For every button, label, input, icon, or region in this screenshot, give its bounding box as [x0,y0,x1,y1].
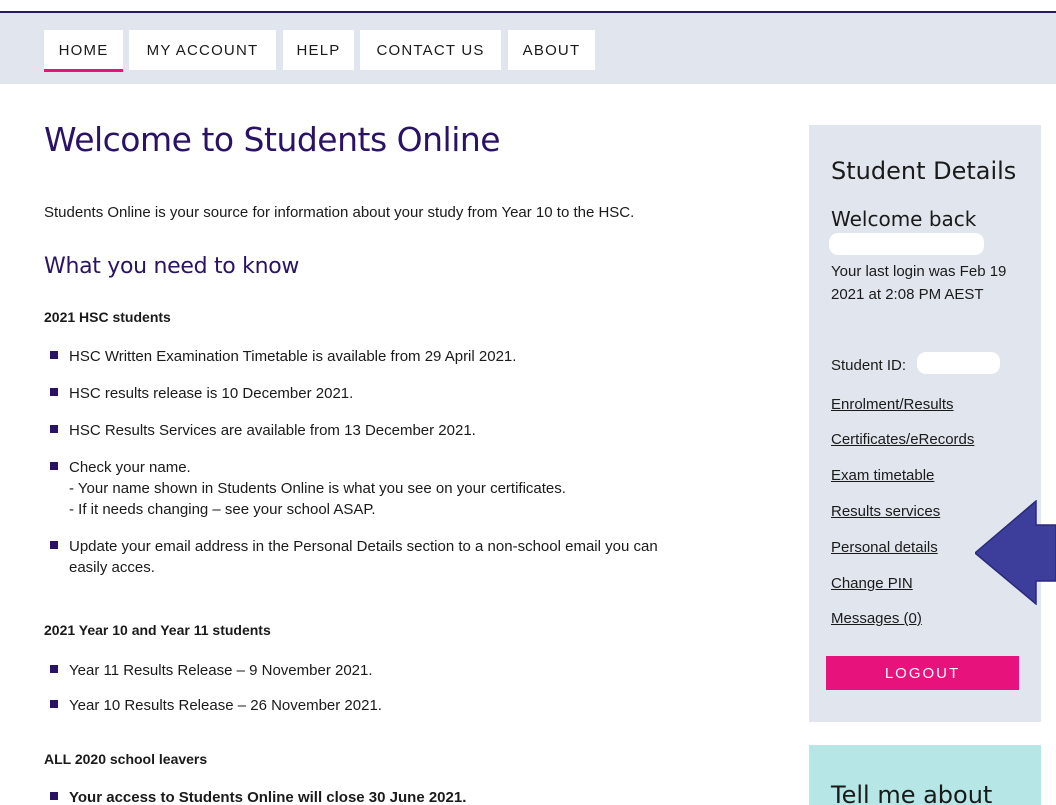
link-enrolment-results[interactable]: Enrolment/Results [831,396,954,413]
list-item-text: HSC Results Services are available from … [69,422,476,439]
bullet-square-icon [50,351,58,359]
nav-my-account[interactable]: MY ACCOUNT [129,30,276,70]
top-navigation: HOME MY ACCOUNT HELP CONTACT US ABOUT [0,13,1056,84]
bullet-square-icon [50,425,58,433]
nav-home[interactable]: HOME [44,30,123,72]
list-item: Check your name. - Your name shown in St… [44,457,784,520]
list-item: Update your email address in the Persona… [44,536,784,578]
nav-about[interactable]: ABOUT [508,30,595,70]
list-item: Year 11 Results Release – 9 November 202… [44,660,784,681]
bullet-square-icon [50,665,58,673]
welcome-heading: Welcome back [831,207,977,231]
list-item-text: Update your email address in the Persona… [69,538,658,555]
list-item-text: Year 11 Results Release – 9 November 202… [69,662,373,679]
bullet-square-icon [50,462,58,470]
student-id-label: Student ID: [831,357,907,374]
list-item-text: Your access to Students Online will clos… [69,789,467,805]
link-results-services[interactable]: Results services [831,503,940,520]
intro-text: Students Online is your source for infor… [44,204,635,221]
list-item: HSC Written Examination Timetable is ava… [44,346,784,367]
section-heading-2020-leavers: ALL 2020 school leavers [44,751,208,767]
tell-me-about-title: Tell me about [831,781,993,805]
panel-title: Student Details [831,157,1017,185]
link-messages[interactable]: Messages (0) [831,610,922,627]
page-title: Welcome to Students Online [44,120,501,159]
list-item: Your access to Students Online will clos… [44,787,784,805]
section-heading-hsc: 2021 HSC students [44,309,171,325]
bullet-square-icon [50,388,58,396]
redacted-name [829,233,984,255]
list-item-text: - Your name shown in Students Online is … [69,480,566,497]
logout-button[interactable]: LOGOUT [826,656,1019,690]
list-item-text: - If it needs changing – see your school… [69,501,376,518]
last-login-text: Your last login was Feb 19 2021 at 2:08 … [831,263,1007,303]
student-details-panel: Student Details Welcome back Your last l… [809,125,1041,722]
list-item-text: easily acces. [69,559,155,576]
section-subheading: What you need to know [44,254,300,279]
list-item-text: HSC results release is 10 December 2021. [69,385,354,402]
list-item-text: Year 10 Results Release – 26 November 20… [69,697,382,714]
link-change-pin[interactable]: Change PIN [831,575,913,592]
bullet-square-icon [50,700,58,708]
link-personal-details[interactable]: Personal details [831,539,938,556]
section-heading-year10-11: 2021 Year 10 and Year 11 students [44,622,271,638]
list-item-text: Check your name. [69,459,191,476]
redacted-student-id [917,352,1000,374]
bullet-square-icon [50,541,58,549]
tell-me-about-panel: Tell me about [809,745,1041,805]
arrow-shape [975,500,1056,605]
list-item: HSC Results Services are available from … [44,420,784,441]
list-item: Year 10 Results Release – 26 November 20… [44,695,784,716]
bullet-square-icon [50,792,58,800]
link-exam-timetable[interactable]: Exam timetable [831,467,934,484]
nav-contact-us[interactable]: CONTACT US [360,30,501,70]
link-certificates-erecords[interactable]: Certificates/eRecords [831,431,974,448]
list-item: HSC results release is 10 December 2021. [44,383,784,404]
pointer-arrow-icon [975,500,1056,605]
list-item-text: HSC Written Examination Timetable is ava… [69,348,517,365]
nav-help[interactable]: HELP [283,30,354,70]
